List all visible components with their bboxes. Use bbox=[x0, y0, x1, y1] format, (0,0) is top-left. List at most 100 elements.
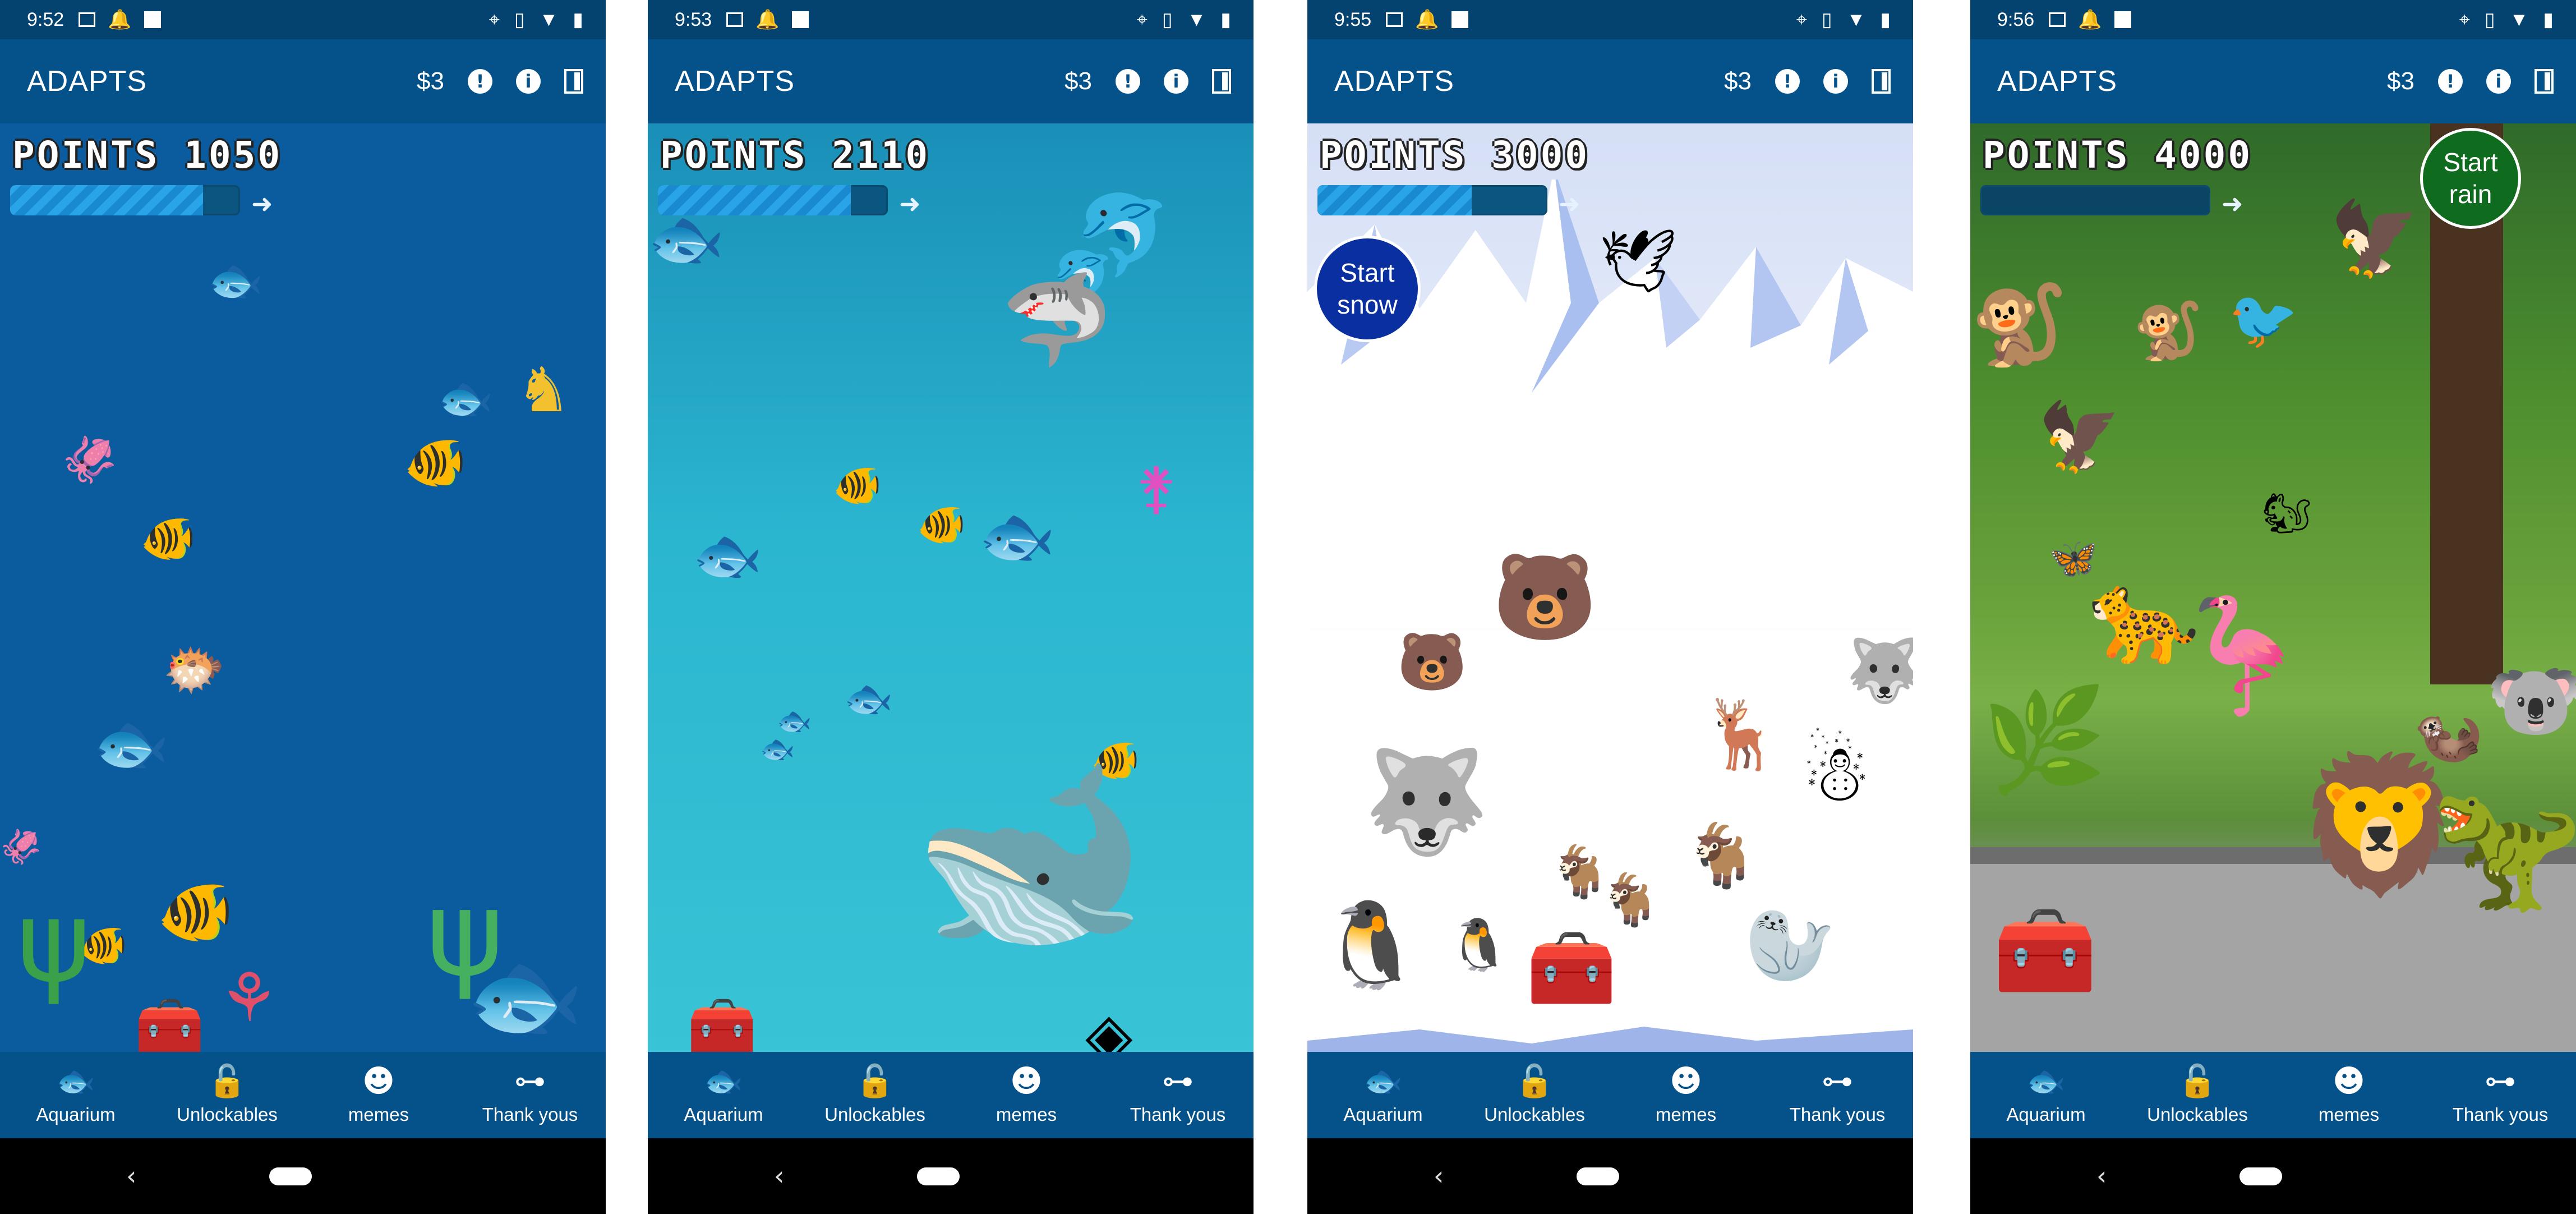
home-pill[interactable] bbox=[2239, 1167, 2282, 1185]
nav-unlockables[interactable]: 🔓 Unlockables bbox=[1459, 1052, 1610, 1138]
handshake-icon: ⊶ bbox=[514, 1063, 546, 1100]
home-pill[interactable] bbox=[269, 1167, 312, 1185]
info-icon[interactable]: i bbox=[2486, 69, 2511, 94]
nav-memes[interactable]: ☻ memes bbox=[951, 1052, 1102, 1138]
nav-aquarium[interactable]: 🐟 Aquarium bbox=[1970, 1052, 2122, 1138]
reindeer[interactable]: 🦌 bbox=[1700, 701, 1784, 769]
goldfish[interactable]: 🐠 bbox=[404, 438, 467, 488]
side-panel-icon[interactable] bbox=[1212, 69, 1231, 94]
stingray[interactable]: ◈ bbox=[1085, 1004, 1133, 1052]
price-button[interactable]: $3 bbox=[417, 67, 444, 95]
clownfish[interactable]: 🐠 bbox=[140, 516, 196, 561]
nav-aquarium[interactable]: 🐟 Aquarium bbox=[0, 1052, 151, 1138]
triceratops[interactable]: 🦖 bbox=[2430, 785, 2576, 909]
treasure-chest[interactable]: 🧰 bbox=[1526, 931, 1617, 1004]
carnivorous-plant[interactable]: 🌿 bbox=[1981, 690, 2107, 791]
treasure-chest[interactable]: 🧰 bbox=[135, 999, 205, 1052]
start-rain-button[interactable]: Start rain bbox=[2420, 128, 2521, 229]
eagle[interactable]: 🦅 bbox=[2329, 202, 2420, 275]
back-icon[interactable]: ‹ bbox=[126, 1161, 136, 1191]
alert-icon[interactable]: ! bbox=[468, 69, 492, 94]
app-title: ADAPTS bbox=[27, 65, 148, 98]
price-button[interactable]: $3 bbox=[1724, 67, 1752, 95]
back-icon[interactable]: ‹ bbox=[2096, 1161, 2107, 1191]
shark[interactable]: 🦈 bbox=[1001, 275, 1113, 365]
treasure-chest[interactable]: 🧰 bbox=[687, 999, 757, 1052]
side-panel-icon[interactable] bbox=[2534, 69, 2554, 94]
alert-icon[interactable]: ! bbox=[2438, 69, 2463, 94]
nav-memes[interactable]: ☻ memes bbox=[2273, 1052, 2425, 1138]
tiny-fish[interactable]: 🐟 bbox=[777, 707, 812, 735]
nav-thank-yous[interactable]: ⊶ Thank yous bbox=[1762, 1052, 1913, 1138]
purple-fish[interactable]: 🐟 bbox=[208, 258, 264, 303]
back-icon[interactable]: ‹ bbox=[774, 1161, 784, 1191]
info-icon[interactable]: i bbox=[516, 69, 541, 94]
jungle-scene[interactable]: POINTS 4000 ➜ Start rain 🦅 🐒 🐒 🐦 🦅 🐿 🦋 🐆… bbox=[1970, 123, 2576, 1052]
alert-icon[interactable]: ! bbox=[1775, 69, 1800, 94]
nav-aquarium[interactable]: 🐟 Aquarium bbox=[648, 1052, 799, 1138]
green-fish-small[interactable]: 🐟 bbox=[760, 735, 795, 763]
hawk[interactable]: 🦅 bbox=[2038, 404, 2121, 471]
seahorse[interactable]: ♞ bbox=[516, 359, 572, 421]
nav-thank-yous[interactable]: ⊶ Thank yous bbox=[454, 1052, 606, 1138]
price-button[interactable]: $3 bbox=[1064, 67, 1092, 95]
nav-aquarium[interactable]: 🐟 Aquarium bbox=[1307, 1052, 1459, 1138]
arctic-scene[interactable]: POINTS 3000 ➜ Start snow 🕊 🐻 🐻 🐺 🦌 ☃ 🐺 🐐… bbox=[1307, 123, 1913, 1052]
nav-thank-yous[interactable]: ⊶ Thank yous bbox=[2425, 1052, 2576, 1138]
swordfish[interactable]: 🐟 bbox=[648, 208, 725, 269]
nav-unlockables[interactable]: 🔓 Unlockables bbox=[799, 1052, 951, 1138]
clownfish[interactable]: 🐠 bbox=[833, 466, 882, 505]
status-time: 9:52 bbox=[27, 8, 64, 30]
status-bar: 9:52 🔔 ⌖ ▯ ▼ ▮ bbox=[0, 0, 606, 39]
yeti[interactable]: ☃ bbox=[1801, 735, 1872, 813]
seals[interactable]: 🦭 bbox=[1745, 909, 1836, 982]
treasure-chest[interactable]: 🧰 bbox=[1993, 909, 2098, 993]
home-pill[interactable] bbox=[1577, 1167, 1619, 1185]
ocean-scene[interactable]: POINTS 2110 ➜ 🐟 🐬 🐬 🦈 🐠 ⚵ 🐟 🐠 🐟 🐟 🐟 🐟 🐠 … bbox=[648, 123, 1254, 1052]
baby-penguin[interactable]: 🐧 bbox=[1448, 920, 1510, 971]
jellyfish-pink[interactable]: ⚵ bbox=[1136, 460, 1177, 516]
orca[interactable]: 🐋 bbox=[911, 757, 1149, 948]
alert-icon[interactable]: ! bbox=[1116, 69, 1140, 94]
jellyfish-orange[interactable]: 🦑 bbox=[62, 438, 118, 482]
nav-unlockables[interactable]: 🔓 Unlockables bbox=[2122, 1052, 2273, 1138]
nav-unlockables[interactable]: 🔓 Unlockables bbox=[151, 1052, 303, 1138]
status-bar: 9:53 🔔 ⌖ ▯ ▼ ▮ bbox=[648, 0, 1254, 39]
monkeys[interactable]: 🐒 bbox=[1970, 286, 2068, 365]
wolf-dark[interactable]: 🐺 bbox=[1846, 640, 1913, 701]
yellow-tang[interactable]: 🐡 bbox=[163, 645, 225, 696]
info-icon[interactable]: i bbox=[1164, 69, 1188, 94]
dove[interactable]: 🕊 bbox=[1599, 230, 1678, 292]
side-panel-icon[interactable] bbox=[1872, 69, 1891, 94]
angelfish[interactable]: 🐟 bbox=[93, 712, 169, 774]
home-pill[interactable] bbox=[917, 1167, 960, 1185]
tuna[interactable]: 🐟 bbox=[693, 527, 763, 583]
back-icon[interactable]: ‹ bbox=[1434, 1161, 1444, 1191]
blue-tang[interactable]: 🐟 bbox=[979, 505, 1056, 567]
info-icon[interactable]: i bbox=[1823, 69, 1848, 94]
arctic-wolves[interactable]: 🐺 bbox=[1363, 752, 1489, 853]
penguin[interactable]: 🐧 bbox=[1319, 903, 1423, 987]
start-snow-button[interactable]: Start snow bbox=[1314, 236, 1421, 342]
polar-bear[interactable]: 🐻 bbox=[1397, 634, 1467, 690]
price-button[interactable]: $3 bbox=[2387, 67, 2414, 95]
goat-brown[interactable]: 🐐 bbox=[1599, 875, 1662, 926]
koala[interactable]: 🐨 bbox=[2486, 662, 2576, 741]
squid[interactable]: 🦑 bbox=[0, 830, 42, 864]
flying-squirrel[interactable]: 🐿 bbox=[2262, 494, 2312, 533]
brown-bear[interactable]: 🐻 bbox=[1492, 555, 1597, 640]
pink-fish[interactable]: 🐟 bbox=[844, 679, 893, 718]
nav-memes[interactable]: ☻ memes bbox=[1610, 1052, 1762, 1138]
lemur[interactable]: 🐒 bbox=[2133, 303, 2203, 359]
ostrich[interactable]: 🦩 bbox=[2172, 600, 2312, 712]
app-title: ADAPTS bbox=[1997, 65, 2118, 98]
mountain-goat[interactable]: 🐐 bbox=[1683, 825, 1760, 886]
side-panel-icon[interactable] bbox=[564, 69, 583, 94]
toucan[interactable]: 🐦 bbox=[2228, 292, 2298, 348]
green-fish[interactable]: 🐟 bbox=[437, 376, 494, 421]
yellow-fish[interactable]: 🐠 bbox=[917, 505, 966, 544]
nav-memes[interactable]: ☻ memes bbox=[303, 1052, 454, 1138]
discus-fish[interactable]: 🐠 bbox=[157, 881, 234, 942]
aquarium-scene[interactable]: POINTS 1050 ➜ 🐟 🐟 ♞ 🦑 🐠 🐠 🐡 🐟 🦑 🐠 🐠 ψ ⚘ … bbox=[0, 123, 606, 1052]
nav-thank-yous[interactable]: ⊶ Thank yous bbox=[1102, 1052, 1254, 1138]
